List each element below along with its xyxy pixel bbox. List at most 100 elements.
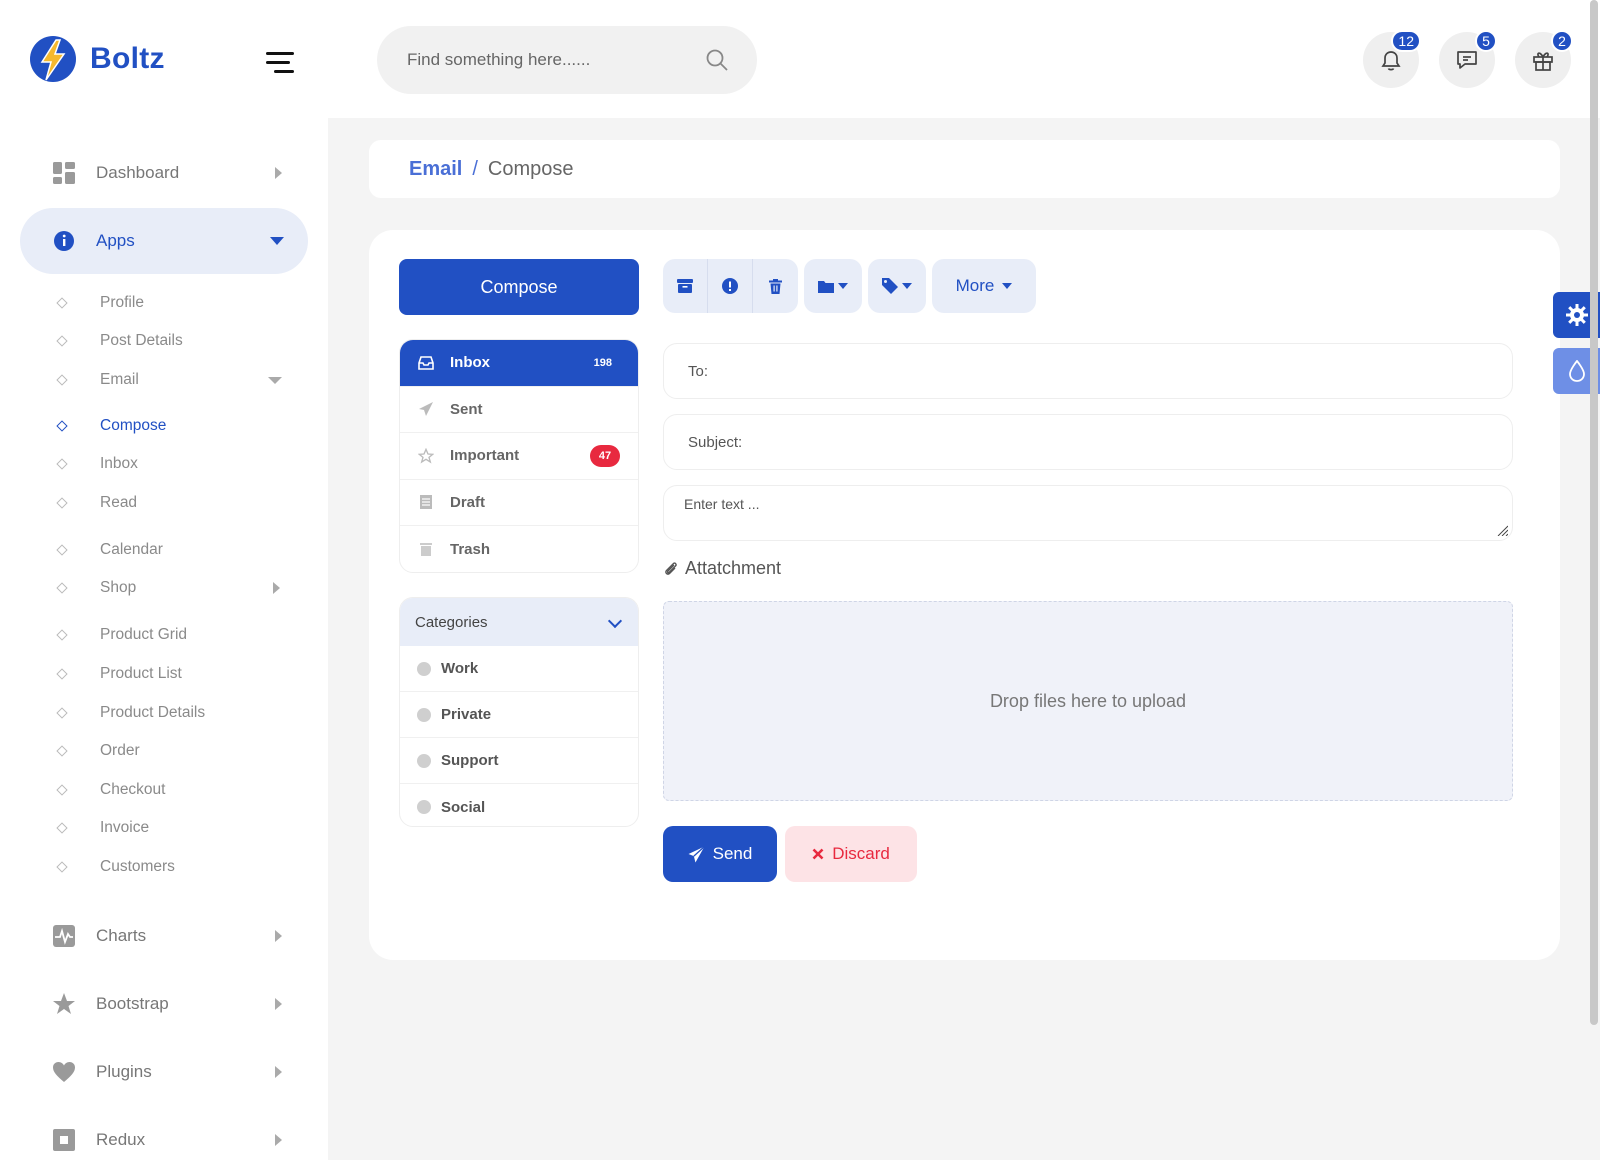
category-private[interactable]: Private (400, 692, 638, 738)
nav-plugins[interactable]: Plugins (20, 1039, 308, 1105)
send-label: Send (712, 844, 753, 863)
sub-email[interactable]: Email (52, 365, 292, 395)
sub-inbox[interactable]: Inbox (52, 449, 292, 479)
diamond-icon (56, 497, 68, 509)
nav-dashboard[interactable]: Dashboard (20, 140, 308, 206)
folder-icon (818, 280, 834, 293)
send-button[interactable]: Send (663, 826, 777, 882)
subject-field-wrapper (663, 414, 1513, 470)
chevron-right-icon (275, 167, 282, 179)
category-work[interactable]: Work (400, 646, 638, 692)
sub-product-list[interactable]: Product List (52, 659, 292, 689)
nav-charts[interactable]: Charts (20, 903, 308, 969)
brand-logo[interactable]: Boltz (28, 34, 165, 84)
exclamation-circle-icon (722, 278, 738, 294)
sidebar: Boltz Dashboard Apps Profile Post Detail… (0, 0, 328, 1160)
folder-important[interactable]: Important 47 (400, 433, 638, 480)
nav-redux[interactable]: Redux (20, 1107, 308, 1160)
diamond-icon (56, 420, 68, 432)
move-to-folder-dropdown[interactable] (804, 259, 862, 313)
compose-button[interactable]: Compose (399, 259, 639, 315)
gear-icon (1565, 304, 1588, 326)
resize-handle-icon[interactable] (1496, 524, 1508, 536)
delete-button[interactable] (753, 259, 798, 313)
diamond-icon (56, 582, 68, 594)
sub-profile-label: Profile (100, 294, 144, 311)
chevron-right-icon (275, 1134, 282, 1146)
sub-customers-label: Customers (100, 858, 175, 875)
nav-dashboard-label: Dashboard (96, 163, 180, 182)
sub-calendar[interactable]: Calendar (52, 535, 292, 565)
category-private-label: Private (441, 706, 492, 723)
message-body-textarea[interactable] (684, 496, 1484, 532)
inbox-count: 198 (593, 356, 612, 369)
category-social-label: Social (441, 798, 486, 816)
folder-draft[interactable]: Draft (400, 480, 638, 526)
sub-customers[interactable]: Customers (52, 852, 292, 882)
sub-product-grid[interactable]: Product Grid (52, 620, 292, 650)
page-scrollbar[interactable] (1590, 0, 1598, 1025)
chevron-right-icon (273, 582, 280, 594)
sub-shop[interactable]: Shop (52, 573, 292, 603)
notifications-button[interactable]: 12 (1363, 30, 1421, 88)
paperclip-icon (665, 561, 677, 575)
inbox-icon (418, 355, 434, 371)
categories-header[interactable]: Categories (400, 598, 638, 646)
trash-icon (418, 541, 434, 557)
diamond-icon (56, 822, 68, 834)
nav-redux-label: Redux (96, 1130, 146, 1149)
sub-invoice[interactable]: Invoice (52, 813, 292, 843)
more-dropdown[interactable]: More (932, 259, 1036, 313)
sub-checkout[interactable]: Checkout (52, 775, 292, 805)
sub-inbox-label: Inbox (100, 455, 138, 472)
sub-product-details[interactable]: Product Details (52, 698, 292, 728)
folder-inbox-label: Inbox (450, 354, 490, 372)
subject-field[interactable] (688, 433, 1488, 451)
report-spam-button[interactable] (708, 259, 753, 313)
sub-checkout-label: Checkout (100, 781, 166, 798)
discard-button[interactable]: Discard (785, 826, 917, 882)
sub-shop-label: Shop (100, 579, 137, 596)
menu-toggle-icon[interactable] (266, 52, 294, 74)
category-support[interactable]: Support (400, 738, 638, 784)
diamond-icon (56, 629, 68, 641)
gift-icon (1533, 52, 1553, 71)
sub-post-details[interactable]: Post Details (52, 326, 292, 356)
sub-read[interactable]: Read (52, 488, 292, 518)
caret-down-icon (838, 283, 848, 289)
file-dropzone[interactable]: Drop files here to upload (663, 601, 1513, 801)
dropzone-label: Drop files here to upload (989, 690, 1187, 711)
search-input[interactable] (407, 50, 707, 70)
messages-button[interactable]: 5 (1439, 30, 1497, 88)
sub-product-details-label: Product Details (100, 704, 206, 721)
breadcrumb-current: Compose (487, 157, 574, 180)
sub-product-grid-label: Product Grid (100, 626, 188, 643)
folder-trash[interactable]: Trash (400, 526, 638, 572)
sub-compose[interactable]: Compose (52, 411, 292, 441)
gifts-badge: 2 (1551, 30, 1573, 52)
info-icon (52, 229, 76, 253)
archive-button[interactable] (663, 259, 708, 313)
sub-profile[interactable]: Profile (52, 288, 292, 318)
chevron-down-icon (268, 376, 282, 384)
label-dropdown[interactable] (868, 259, 926, 313)
droplet-icon (1568, 360, 1585, 382)
to-field[interactable] (688, 362, 1488, 380)
discard-label: Discard (832, 844, 890, 863)
sub-read-label: Read (100, 494, 138, 511)
category-social[interactable]: Social (400, 784, 638, 826)
folder-inbox[interactable]: Inbox 198 (400, 340, 638, 387)
paper-plane-icon (688, 845, 705, 862)
square-icon (52, 1128, 76, 1152)
gifts-button[interactable]: 2 (1515, 30, 1573, 88)
sub-order[interactable]: Order (52, 736, 292, 766)
folder-sent[interactable]: Sent (400, 387, 638, 433)
nav-apps[interactable]: Apps (20, 208, 308, 274)
breadcrumb-email-link[interactable]: Email (409, 158, 462, 181)
search-icon[interactable] (705, 48, 729, 72)
attachment-heading: Attatchment (663, 558, 781, 579)
folder-important-label: Important (450, 447, 520, 465)
nav-bootstrap[interactable]: Bootstrap (20, 971, 308, 1037)
chevron-down-icon (607, 613, 623, 629)
trash-icon (769, 278, 782, 294)
